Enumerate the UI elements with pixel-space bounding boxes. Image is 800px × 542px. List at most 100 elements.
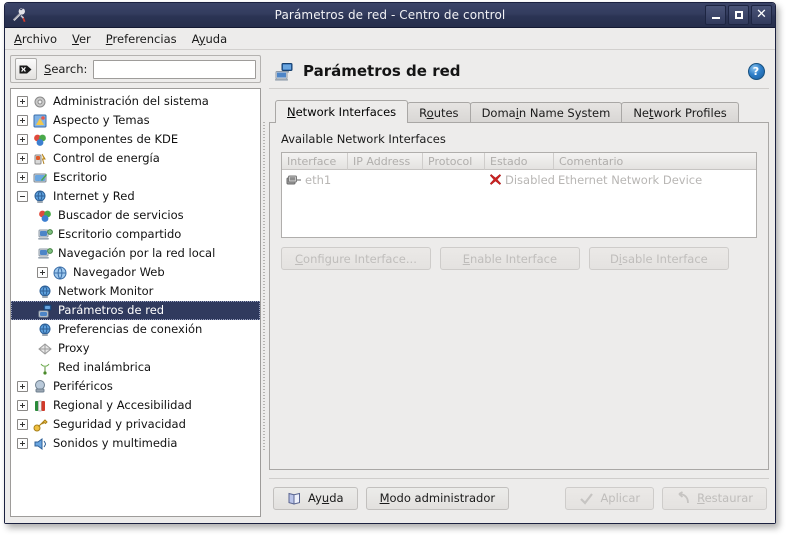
tab-panel-network-interfaces: Available Network Interfaces Interface IP… — [269, 122, 769, 470]
tab-network-profiles[interactable]: Network Profiles — [621, 102, 739, 123]
menu-ver[interactable]: Ver — [72, 30, 100, 48]
table-column-header[interactable]: IP Address — [348, 153, 423, 170]
sidebar-item-internet-y-red[interactable]: Internet y Red — [11, 187, 260, 206]
page-header: Parámetros de red ? — [269, 54, 769, 89]
security-key-icon — [32, 417, 48, 433]
interfaces-table[interactable]: Interface IP Address Protocol Estado Comenta… — [281, 152, 757, 238]
sidebar-item-par-metros-de-red[interactable]: Parámetros de red — [11, 301, 260, 320]
shared-desktop-icon — [37, 227, 53, 243]
interface-action-buttons: Configure Interface... Enable Interface Di… — [281, 247, 757, 270]
sidebar-item-label: Periféricos — [53, 378, 113, 393]
sidebar-item-administraci-n-del-sistema[interactable]: Administración del sistema — [11, 92, 260, 111]
minimize-button[interactable] — [705, 5, 726, 25]
cell-text: eth1 — [305, 172, 332, 187]
sidebar-item-seguridad-y-privacidad[interactable]: Seguridad y privacidad — [11, 415, 260, 434]
close-button[interactable]: ✕ — [751, 5, 772, 25]
window-controls: ✕ — [705, 5, 772, 25]
undo-arrow-icon — [676, 490, 691, 506]
sidebar-item-escritorio[interactable]: Escritorio — [11, 168, 260, 187]
expand-icon[interactable] — [17, 381, 28, 392]
expand-icon[interactable] — [17, 115, 28, 126]
sidebar-item-network-monitor[interactable]: Network Monitor — [11, 282, 260, 301]
sidebar-item-control-de-energ-a[interactable]: Control de energía — [11, 149, 260, 168]
sidebar-item-escritorio-compartido[interactable]: Escritorio compartido — [11, 225, 260, 244]
sidebar-item-sonidos-y-multimedia[interactable]: Sonidos y multimedia — [11, 434, 260, 453]
collapse-icon[interactable] — [17, 191, 28, 202]
tab-routes[interactable]: Routes — [407, 102, 471, 123]
expand-icon[interactable] — [37, 267, 48, 278]
expand-icon[interactable] — [17, 96, 28, 107]
restaurar-button[interactable]: Restaurar — [662, 486, 767, 510]
sidebar-item-label: Navegación por la red local — [58, 245, 216, 260]
expand-icon[interactable] — [17, 400, 28, 411]
wireless-icon — [37, 360, 53, 376]
tab-label: Domain Name System — [481, 106, 611, 120]
web-browser-icon — [52, 265, 68, 281]
sidebar-item-label: Seguridad y privacidad — [53, 416, 186, 431]
sidebar-item-componentes-de-kde[interactable]: Componentes de KDE — [11, 130, 260, 149]
menu-archivo[interactable]: Archivo — [14, 30, 66, 48]
sidebar-item-label: Internet y Red — [53, 188, 135, 203]
title-bar[interactable]: Parámetros de red - Centro de control ✕ — [5, 3, 775, 28]
expand-icon[interactable] — [17, 153, 28, 164]
sidebar-item-aspecto-y-temas[interactable]: Aspecto y Temas — [11, 111, 260, 130]
sidebar-item-regional-y-accesibilidad[interactable]: Regional y Accesibilidad — [11, 396, 260, 415]
sidebar-item-label: Navegador Web — [73, 264, 165, 279]
sidebar-item-navegador-web[interactable]: Navegador Web — [11, 263, 260, 282]
sidebar-item-proxy[interactable]: Proxy — [11, 339, 260, 358]
network-globe-icon — [32, 189, 48, 205]
sidebar-item-label: Aspecto y Temas — [53, 112, 150, 127]
table-column-header[interactable]: Interface — [282, 153, 348, 170]
table-row[interactable]: eth1 Disabled Ethernet Network Device — [282, 170, 756, 189]
sidebar-item-preferencias-de-conexi-n[interactable]: Preferencias de conexión — [11, 320, 260, 339]
sidebar-item-buscador-de-servicios[interactable]: Buscador de servicios — [11, 206, 260, 225]
modo-administrador-button[interactable]: Modo administrador — [365, 486, 510, 510]
peripherals-icon — [32, 379, 48, 395]
tab-network-interfaces[interactable]: Network Interfaces — [275, 100, 409, 123]
tab-label: Routes — [419, 106, 459, 120]
window-body: Search: Administración del sistema Aspect… — [5, 50, 775, 523]
kde-components-icon — [32, 132, 48, 148]
disable-interface-button[interactable]: Disable Interface — [588, 247, 729, 270]
aplicar-label: Aplicar — [600, 491, 641, 505]
expand-icon[interactable] — [17, 134, 28, 145]
sidebar-item-label: Componentes de KDE — [53, 131, 179, 146]
settings-tree[interactable]: Administración del sistema Aspecto y Tema… — [10, 88, 261, 517]
tab-domain-name-system[interactable]: Domain Name System — [469, 102, 623, 123]
expand-icon[interactable] — [17, 419, 28, 430]
table-column-header[interactable]: Protocol — [423, 153, 485, 170]
sidebar-item-label: Administración del sistema — [53, 93, 209, 108]
main-panel: Parámetros de red ? Network Interfaces Ro… — [267, 50, 775, 523]
menu-preferencias[interactable]: Preferencias — [106, 30, 186, 48]
sidebar-item-label: Parámetros de red — [58, 302, 165, 317]
button-label: Disable Interface — [609, 251, 708, 266]
window-title: Parámetros de red - Centro de control — [274, 8, 506, 22]
menu-ayuda[interactable]: Ayuda — [192, 30, 237, 48]
sidebar-item-perif-ricos[interactable]: Periféricos — [11, 377, 260, 396]
sidebar-item-label: Red inalámbrica — [58, 359, 152, 374]
help-question-icon: ? — [747, 62, 765, 80]
enable-interface-button[interactable]: Enable Interface — [439, 247, 580, 270]
expand-icon[interactable] — [17, 438, 28, 449]
maximize-button[interactable] — [728, 5, 749, 25]
table-cell-interface: eth1 — [286, 172, 352, 188]
red-x-icon — [489, 173, 502, 186]
sidebar-item-navegaci-n-por-la-red-local[interactable]: Navegación por la red local — [11, 244, 260, 263]
help-button[interactable]: ? — [745, 60, 767, 82]
sidebar-item-red-inal-mbrica[interactable]: Red inalámbrica — [11, 358, 260, 377]
network-settings-icon — [273, 60, 295, 82]
search-label: Search: — [44, 62, 88, 76]
application-window: Parámetros de red - Centro de control ✕ … — [4, 2, 776, 524]
expand-icon[interactable] — [17, 172, 28, 183]
table-column-header[interactable]: Estado — [485, 153, 554, 170]
table-column-header[interactable]: Comentario — [554, 153, 756, 170]
appearance-icon — [32, 113, 48, 129]
service-discovery-icon — [37, 208, 53, 224]
ayuda-button[interactable]: Ayuda — [273, 486, 358, 510]
search-input[interactable] — [93, 59, 256, 79]
proxy-icon — [37, 341, 53, 357]
configure-interface-button[interactable]: Configure Interface... — [281, 247, 431, 270]
clear-search-icon[interactable] — [15, 58, 37, 80]
aplicar-button[interactable]: Aplicar — [565, 486, 655, 510]
page-title: Parámetros de red — [303, 62, 461, 80]
